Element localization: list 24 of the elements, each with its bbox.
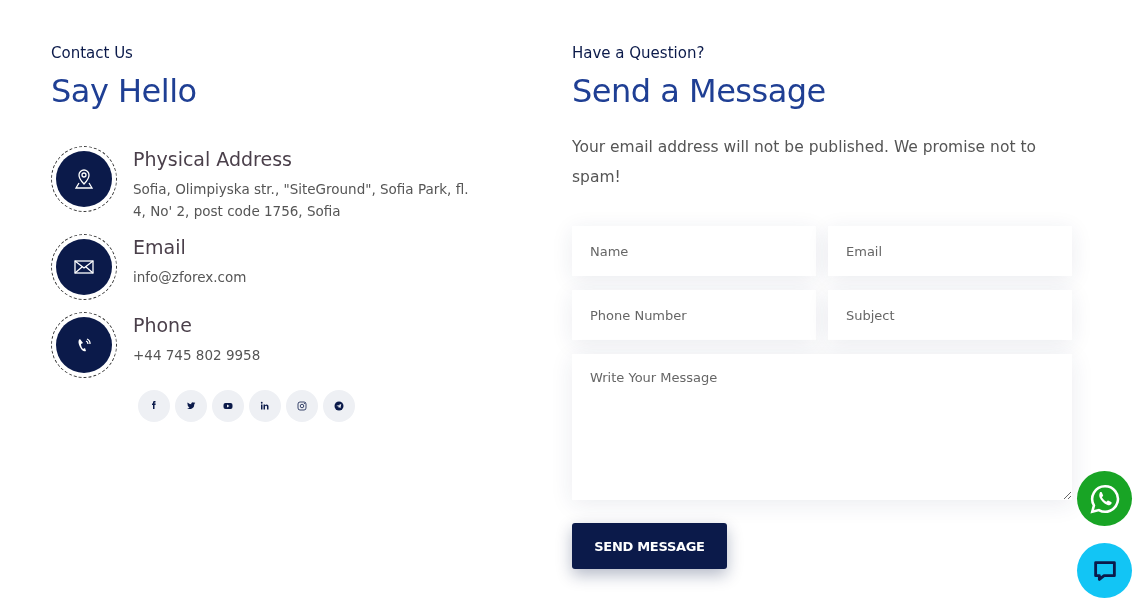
chat-button[interactable] [1077, 543, 1132, 598]
info-text: Sofia, Olimpiyska str., "SiteGround", Sofia Park, fl. 4, No' 2, post code 1756, Sofia [133, 180, 470, 221]
message-field[interactable]: Write Your Message [572, 354, 1072, 500]
section-label: Contact Us [51, 44, 134, 62]
twitter-icon[interactable] [175, 390, 207, 422]
info-title: Email [133, 236, 187, 258]
instagram-icon[interactable] [286, 390, 318, 422]
info-title: Phone [133, 314, 193, 336]
youtube-icon[interactable] [212, 390, 244, 422]
section-heading: Say Hello [51, 72, 198, 110]
input-field[interactable]: Email [828, 226, 1072, 276]
input-field[interactable]: Subject [828, 290, 1072, 340]
input-field[interactable]: Name [572, 226, 816, 276]
send-button[interactable]: SEND MESSAGE [572, 523, 727, 569]
whatsapp-button[interactable] [1077, 471, 1132, 526]
linkedin-icon[interactable] [249, 390, 281, 422]
telegram-icon[interactable] [323, 390, 355, 422]
info-text: info@zforex.com [133, 268, 247, 287]
info-text: +44 745 802 9958 [133, 346, 261, 365]
info-title: Physical Address [133, 148, 293, 170]
intro-text: Your email address will not be published. We promise not to spam! [572, 137, 1037, 188]
section-heading: Send a Message [572, 72, 827, 110]
input-field[interactable]: Phone Number [572, 290, 816, 340]
section-label: Have a Question? [572, 44, 706, 62]
